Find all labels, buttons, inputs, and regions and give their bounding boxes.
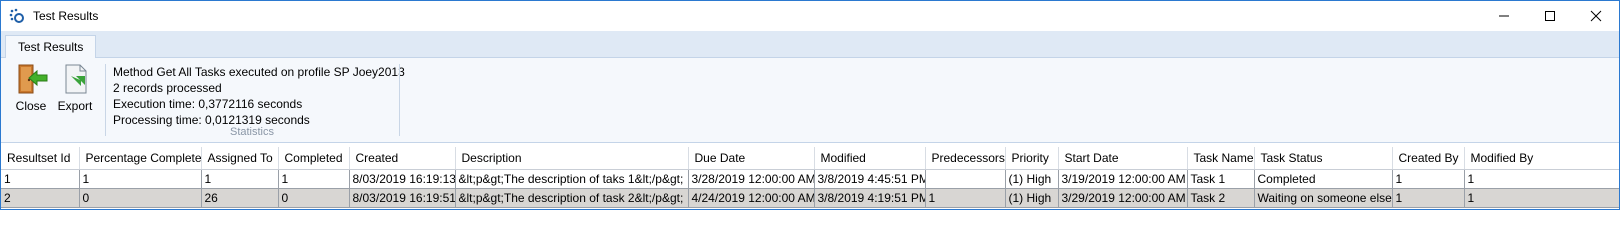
column-header[interactable]: Predecessors xyxy=(925,147,1006,170)
column-header[interactable]: Modified By xyxy=(1464,147,1619,170)
ribbon-body: Close Export Method Get All Tasks execut… xyxy=(1,58,1619,143)
grid-cell[interactable]: &lt;p&gt;The description of task 2&lt;/p… xyxy=(455,188,689,208)
grid-cell[interactable]: 1 xyxy=(1392,188,1465,208)
grid-cell[interactable]: (1) High xyxy=(1005,169,1059,189)
export-button-label: Export xyxy=(57,99,93,113)
stats-records-line: 2 records processed xyxy=(113,81,222,95)
tab-test-results[interactable]: Test Results xyxy=(5,35,97,58)
grid-cell[interactable]: 1 xyxy=(1,169,80,189)
results-grid[interactable]: Resultset Id Percentage Complete Assigne… xyxy=(1,147,1619,208)
grid-cell[interactable]: 1 xyxy=(201,169,279,189)
grid-cell[interactable]: 3/19/2019 12:00:00 AM xyxy=(1058,169,1188,189)
grid-cell[interactable]: (1) High xyxy=(1005,188,1059,208)
grid-cell[interactable]: 0 xyxy=(79,188,202,208)
column-header[interactable]: Resultset Id xyxy=(1,147,80,170)
grid-cell[interactable]: 1 xyxy=(1464,169,1619,189)
grid-cell[interactable]: 1 xyxy=(1464,188,1619,208)
grid-cell[interactable]: Waiting on someone else xyxy=(1254,188,1393,208)
close-window-button[interactable] xyxy=(1573,1,1619,31)
column-header[interactable]: Percentage Complete xyxy=(79,147,202,170)
ribbon-separator xyxy=(399,64,400,136)
table-row[interactable]: 1 1 1 1 8/03/2019 16:19:13 &lt;p&gt;The … xyxy=(1,169,1619,189)
column-header[interactable]: Assigned To xyxy=(201,147,279,170)
close-button-label: Close xyxy=(15,99,47,113)
stats-method-line: Method Get All Tasks executed on profile… xyxy=(113,65,405,79)
minimize-icon xyxy=(1499,15,1509,17)
grid-header-row: Resultset Id Percentage Complete Assigne… xyxy=(1,147,1619,170)
column-header[interactable]: Description xyxy=(455,147,689,170)
grid-cell[interactable]: 3/28/2019 12:00:00 AM xyxy=(688,169,815,189)
grid-cell[interactable]: 8/03/2019 16:19:13 xyxy=(349,169,456,189)
grid-cell[interactable]: 4/24/2019 12:00:00 AM xyxy=(688,188,815,208)
column-header[interactable]: Due Date xyxy=(688,147,815,170)
app-icon xyxy=(9,8,25,24)
grid-cell[interactable]: 1 xyxy=(925,188,1006,208)
grid-cell[interactable]: Task 2 xyxy=(1187,188,1255,208)
ribbon-tab-strip: Test Results xyxy=(1,31,1619,58)
grid-cell[interactable]: 3/8/2019 4:19:51 PM xyxy=(814,188,926,208)
maximize-button[interactable] xyxy=(1527,1,1573,31)
grid-cell[interactable]: 26 xyxy=(201,188,279,208)
column-header[interactable]: Start Date xyxy=(1058,147,1188,170)
grid-cell[interactable]: 8/03/2019 16:19:51 xyxy=(349,188,456,208)
grid-cell[interactable]: 1 xyxy=(278,169,350,189)
grid-cell[interactable]: 3/29/2019 12:00:00 AM xyxy=(1058,188,1188,208)
statistics-group-label: Statistics xyxy=(229,126,274,138)
close-button[interactable]: Close xyxy=(11,62,51,113)
grid-cell[interactable]: 2 xyxy=(1,188,80,208)
stats-execution-time: Execution time: 0,3772116 seconds xyxy=(113,97,303,111)
title-bar: Test Results xyxy=(1,1,1619,31)
grid-cell[interactable]: 3/8/2019 4:45:51 PM xyxy=(814,169,926,189)
grid-cell[interactable]: &lt;p&gt;The description of taks 1&lt;/p… xyxy=(455,169,689,189)
exit-door-icon xyxy=(15,62,48,96)
grid-cell[interactable]: 0 xyxy=(278,188,350,208)
export-button[interactable]: Export xyxy=(55,62,95,113)
close-icon xyxy=(1590,10,1602,22)
maximize-icon xyxy=(1545,11,1555,21)
column-header[interactable]: Created xyxy=(349,147,456,170)
column-header[interactable]: Task Name xyxy=(1187,147,1255,170)
test-results-window: Test Results Test Results Close Export M… xyxy=(0,0,1620,210)
grid-cell[interactable]: 1 xyxy=(79,169,202,189)
grid-cell[interactable]: Task 1 xyxy=(1187,169,1255,189)
export-icon xyxy=(59,62,91,96)
column-header[interactable]: Created By xyxy=(1392,147,1465,170)
statistics-panel: Method Get All Tasks executed on profile… xyxy=(113,64,405,128)
window-title: Test Results xyxy=(33,9,99,23)
grid-cell[interactable]: 1 xyxy=(1392,169,1465,189)
column-header[interactable]: Task Status xyxy=(1254,147,1393,170)
column-header[interactable]: Modified xyxy=(814,147,926,170)
grid-cell[interactable]: Completed xyxy=(1254,169,1393,189)
minimize-button[interactable] xyxy=(1481,1,1527,31)
table-row[interactable]: 2 0 26 0 8/03/2019 16:19:51 &lt;p&gt;The… xyxy=(1,188,1619,208)
column-header[interactable]: Priority xyxy=(1005,147,1059,170)
grid-cell[interactable] xyxy=(925,169,1006,189)
column-header[interactable]: Completed xyxy=(278,147,350,170)
